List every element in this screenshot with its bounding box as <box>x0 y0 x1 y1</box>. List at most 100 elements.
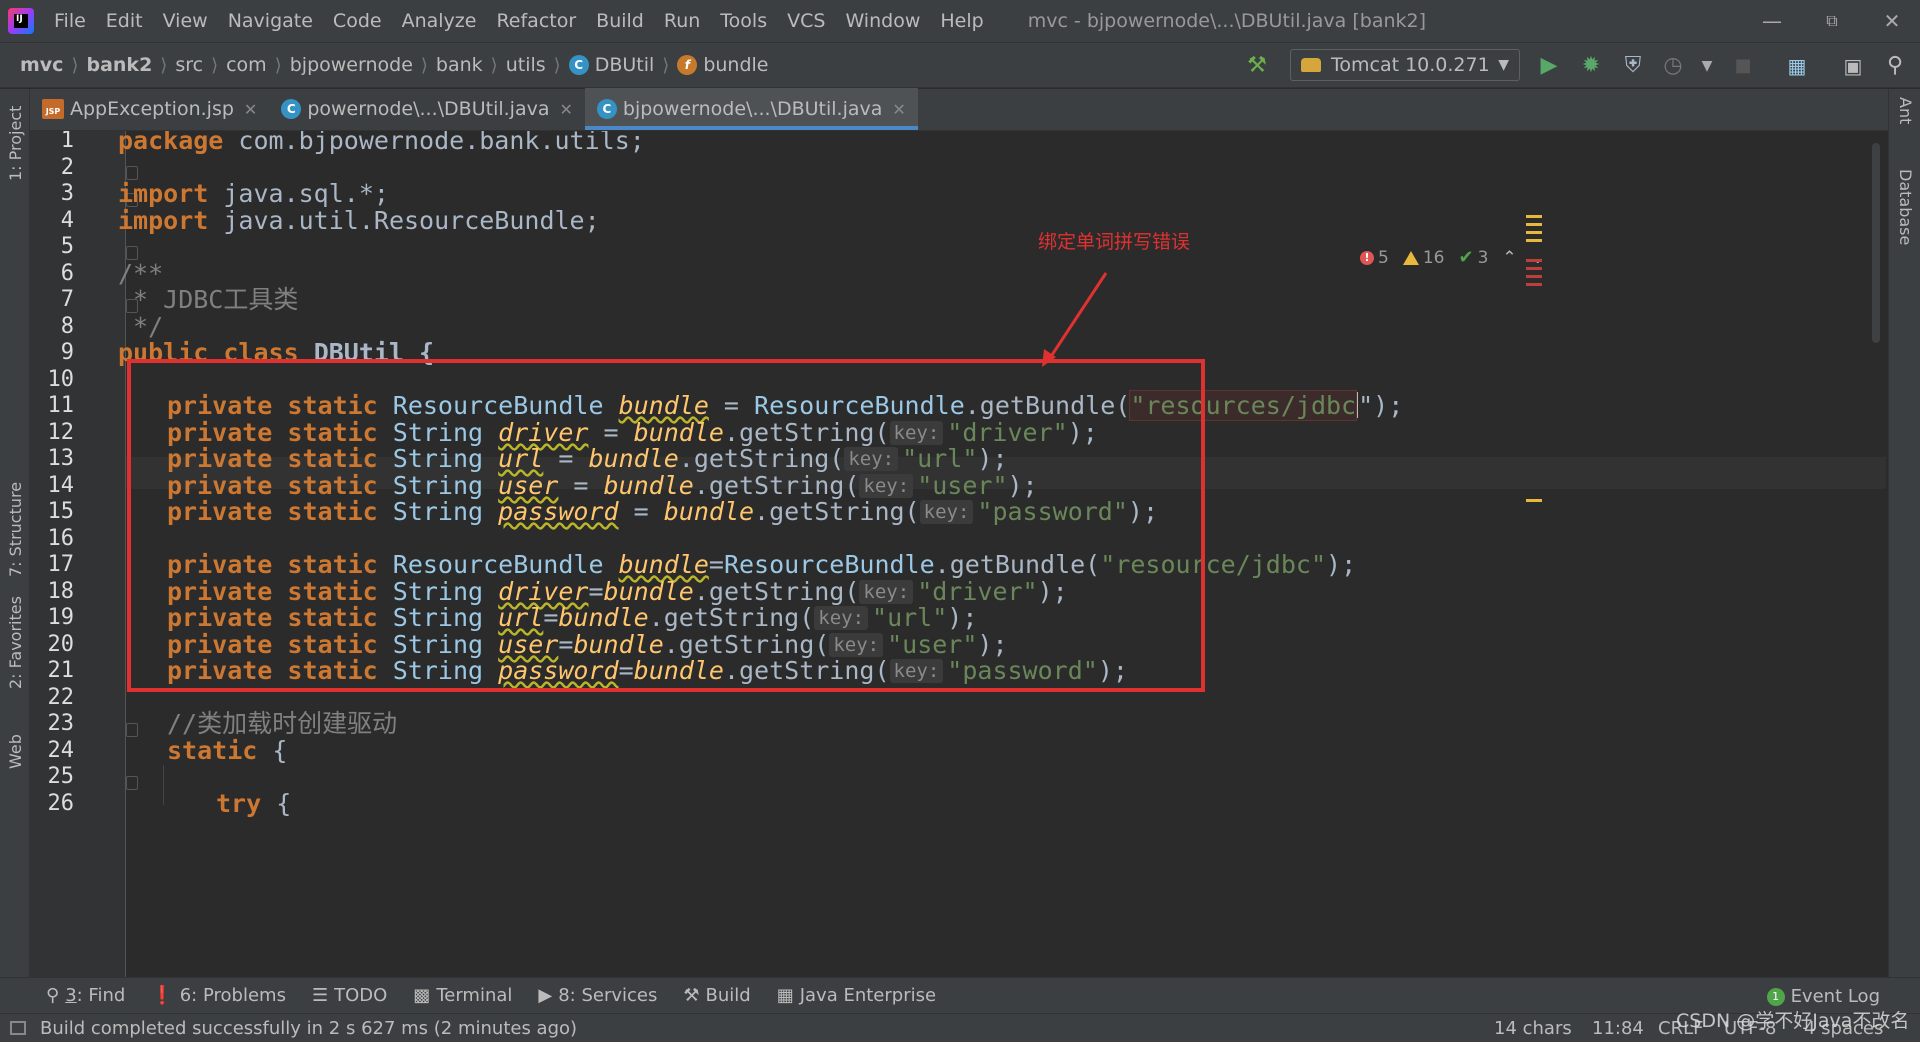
previous-highlight-icon[interactable]: ⌃ <box>1502 248 1516 268</box>
more-run-options-icon[interactable]: ▼ <box>1694 53 1720 79</box>
menu-vcs[interactable]: VCS <box>777 10 835 32</box>
project-tool-tab[interactable]: 1: Project <box>6 106 25 181</box>
annotation-note: 绑定单词拼写错误 <box>1038 231 1191 253</box>
debug-icon[interactable]: ✹ <box>1578 53 1604 79</box>
warning-marker[interactable] <box>1526 499 1542 502</box>
menu-view[interactable]: View <box>153 10 218 32</box>
inspection-widget[interactable]: ! 5 16 ✔ 3 ⌃ ⌄ <box>1360 247 1545 268</box>
tab-appexception-jsp[interactable]: JSP AppException.jsp ✕ <box>30 88 269 130</box>
watermark: CSDN @学不好Java不改名 <box>1676 1010 1910 1032</box>
annotation-box <box>127 359 1205 692</box>
event-log-button[interactable]: 1 Event Log <box>1766 986 1880 1007</box>
next-highlight-icon[interactable]: ⌄ <box>1531 248 1545 268</box>
tab-bjpowernode-dbutil[interactable]: C bjpowernode\...\DBUtil.java ✕ <box>584 88 918 130</box>
error-count[interactable]: ! 5 <box>1360 248 1389 268</box>
menu-bar: IJ File Edit View Navigate Code Analyze … <box>0 0 1920 42</box>
warning-marker[interactable] <box>1526 215 1542 218</box>
window-title: mvc - bjpowernode\...\DBUtil.java [bank2… <box>1027 10 1427 32</box>
menu-file[interactable]: File <box>44 10 96 32</box>
tool-windows-toggle-icon[interactable] <box>10 1021 26 1035</box>
menu-window[interactable]: Window <box>835 10 930 32</box>
web-tool-tab[interactable]: Web <box>6 734 25 769</box>
fold-marker-icon[interactable] <box>126 776 138 790</box>
class-icon: C <box>568 55 589 75</box>
run-configuration-select[interactable]: Tomcat 10.0.271 ▼ <box>1290 49 1520 81</box>
run-icon[interactable]: ▶ <box>1536 53 1562 79</box>
menu-analyze[interactable]: Analyze <box>392 10 487 32</box>
find-tool-button[interactable]: ⚲ 3: Find <box>46 985 125 1006</box>
menu-help[interactable]: Help <box>930 10 993 32</box>
menu-navigate[interactable]: Navigate <box>218 10 323 32</box>
todo-tool-button[interactable]: ☰ TODO <box>312 985 387 1006</box>
block-open: { <box>261 789 292 818</box>
database-tool-tab[interactable]: Database <box>1896 169 1915 245</box>
close-tab-icon[interactable]: ✕ <box>892 100 905 119</box>
favorites-tool-tab[interactable]: 2: Favorites <box>6 596 25 689</box>
warning-marker[interactable] <box>1526 231 1542 234</box>
breadcrumb-separator: ⟩ <box>490 54 498 76</box>
menu-edit[interactable]: Edit <box>96 10 153 32</box>
warning-count[interactable]: 16 <box>1402 248 1444 268</box>
error-marker[interactable] <box>1526 267 1542 270</box>
intellij-logo-icon[interactable]: IJ <box>8 8 34 34</box>
coverage-icon[interactable]: ⛨ <box>1620 53 1646 79</box>
breadcrumb-com[interactable]: com <box>226 54 267 76</box>
search-everywhere-icon[interactable]: ⚲ <box>1882 53 1908 79</box>
menu-code[interactable]: Code <box>323 10 392 32</box>
error-marker[interactable] <box>1526 259 1542 262</box>
ant-tool-tab[interactable]: Ant <box>1896 97 1915 124</box>
problems-label: 6: Problems <box>179 985 286 1006</box>
weak-warning-count[interactable]: ✔ 3 <box>1458 247 1488 268</box>
close-window-icon[interactable]: ✕ <box>1872 6 1912 36</box>
error-marker[interactable] <box>1526 275 1542 278</box>
keyword: package <box>118 131 224 155</box>
breadcrumb-bundle-label: bundle <box>703 54 769 76</box>
warning-marker[interactable] <box>1526 223 1542 226</box>
restore-icon[interactable]: ⧉ <box>1812 6 1852 36</box>
menu-run[interactable]: Run <box>654 10 710 32</box>
minimize-icon[interactable]: — <box>1752 6 1792 36</box>
breadcrumb-dbutil[interactable]: C DBUtil <box>568 54 654 76</box>
services-tool-button[interactable]: ▶ 8: Services <box>538 985 657 1006</box>
breadcrumb-utils[interactable]: utils <box>506 54 546 76</box>
breadcrumb-src[interactable]: src <box>175 54 203 76</box>
terminal-icon: ▩ <box>413 985 431 1006</box>
structure-tool-tab[interactable]: 7: Structure <box>6 482 25 577</box>
terminal-label: Terminal <box>436 985 513 1006</box>
run-anything-icon[interactable]: ▣ <box>1840 53 1866 79</box>
breadcrumb-mvc[interactable]: mvc <box>20 54 63 76</box>
status-message[interactable]: Build completed successfully in 2 s 627 … <box>40 1018 577 1039</box>
build-hammer-icon[interactable]: ⚒ <box>1244 53 1270 79</box>
close-tab-icon[interactable]: ✕ <box>244 100 257 119</box>
menu-build[interactable]: Build <box>586 10 654 32</box>
code-editor[interactable]: 1 2 3 4 5 6 7 8 9 10 11 12 13 14 15 16 1… <box>30 131 1888 977</box>
field-icon: f <box>677 55 698 75</box>
import-path: java.util.ResourceBundle; <box>223 206 600 235</box>
profile-icon[interactable]: ◷ <box>1660 53 1686 79</box>
breadcrumb-bank2[interactable]: bank2 <box>86 54 152 76</box>
class-icon: C <box>596 99 617 119</box>
caret-position[interactable]: 11:84 <box>1592 1018 1644 1039</box>
navigation-bar: mvc ⟩ bank2 ⟩ src ⟩ com ⟩ bjpowernode ⟩ … <box>0 42 1920 88</box>
breadcrumb-bundle[interactable]: f bundle <box>677 54 769 76</box>
java-enterprise-tool-button[interactable]: ▦ Java Enterprise <box>777 985 936 1006</box>
breadcrumb-separator: ⟩ <box>160 54 168 76</box>
stop-icon[interactable]: ■ <box>1730 53 1756 79</box>
terminal-tool-button[interactable]: ▩ Terminal <box>413 985 512 1006</box>
close-tab-icon[interactable]: ✕ <box>559 100 572 119</box>
vertical-scrollbar[interactable] <box>1872 143 1880 343</box>
fold-marker-icon[interactable] <box>126 723 138 737</box>
run-config-label: Tomcat 10.0.271 <box>1331 54 1490 76</box>
build-tool-button[interactable]: ⚒ Build <box>683 985 750 1006</box>
project-structure-icon[interactable]: ▦ <box>1784 53 1810 79</box>
breadcrumb-bank[interactable]: bank <box>436 54 483 76</box>
error-marker[interactable] <box>1526 283 1542 286</box>
problems-tool-button[interactable]: ❗ 6: Problems <box>151 985 286 1006</box>
warning-marker[interactable] <box>1526 239 1542 242</box>
menu-tools[interactable]: Tools <box>710 10 777 32</box>
event-log-badge: 1 <box>1766 987 1785 1006</box>
block-open: { <box>257 736 288 765</box>
tab-powernode-dbutil[interactable]: C powernode\...\DBUtil.java ✕ <box>269 88 585 130</box>
menu-refactor[interactable]: Refactor <box>486 10 586 32</box>
breadcrumb-bjpowernode[interactable]: bjpowernode <box>290 54 413 76</box>
